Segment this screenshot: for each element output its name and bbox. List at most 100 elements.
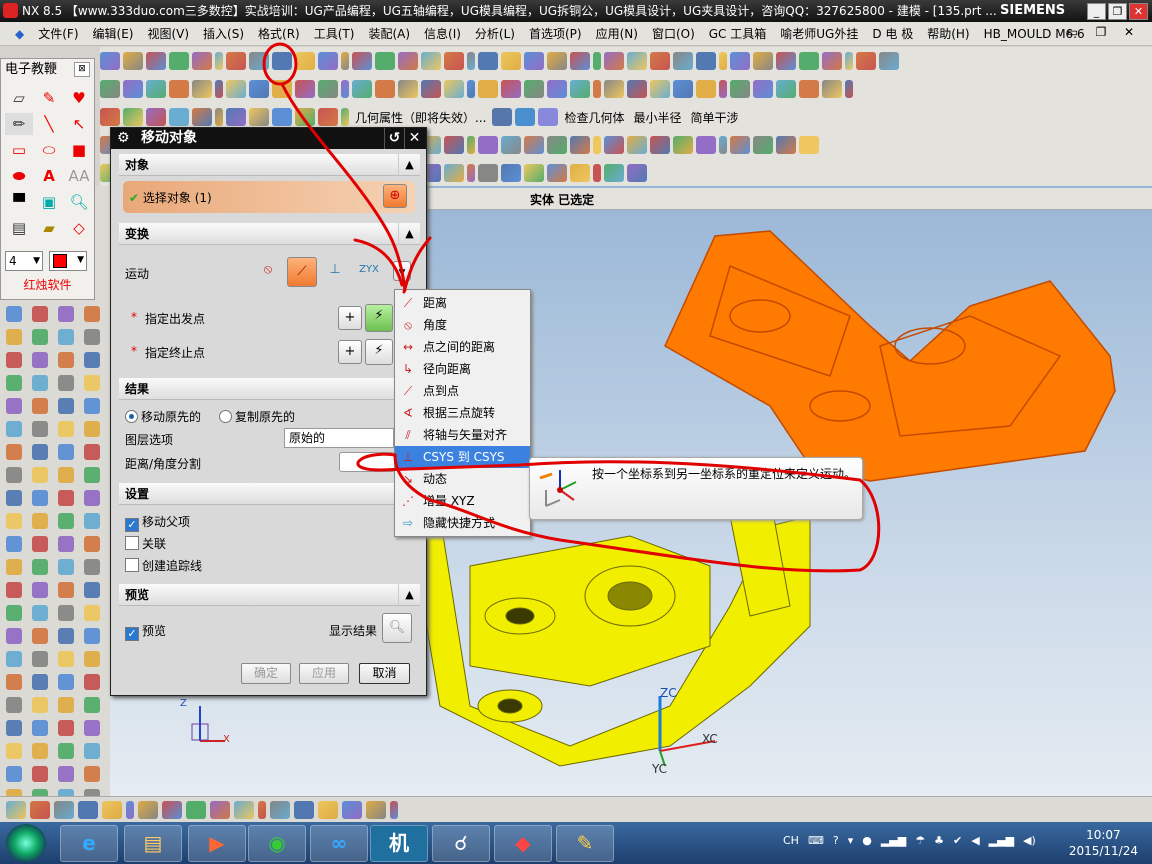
toolbar-icon[interactable] (6, 582, 22, 598)
filled-rectangle-icon[interactable]: ■ (65, 139, 93, 161)
toolbar-icon[interactable] (467, 52, 475, 70)
toolbar-icon[interactable] (627, 136, 647, 154)
text-icon[interactable]: A (35, 165, 63, 187)
toolbar-icon[interactable] (799, 52, 819, 70)
toolbar-icon[interactable] (398, 52, 418, 70)
toolbar-icon[interactable] (524, 136, 544, 154)
toolbar-icon[interactable] (673, 136, 693, 154)
toolbar-icon[interactable] (295, 80, 315, 98)
toolbar-icon[interactable] (146, 108, 166, 126)
toolbar-icon[interactable] (215, 80, 223, 98)
toolbar-icon[interactable] (84, 421, 100, 437)
toolbar-icon[interactable] (32, 628, 48, 644)
toolbar-icon[interactable] (58, 467, 74, 483)
toolbar-icon[interactable] (210, 800, 230, 819)
motion-menu-item[interactable]: ⫽ 将轴与矢量对齐 (395, 424, 530, 446)
toolbar-icon[interactable] (169, 52, 189, 70)
toolbar-icon[interactable] (6, 651, 22, 667)
menu-item[interactable]: 帮助(H) (920, 25, 976, 42)
clear-icon[interactable]: ♥ (65, 87, 93, 109)
toolbar-icon[interactable] (32, 375, 48, 391)
toolbar-icon[interactable] (776, 80, 796, 98)
toolbar-icon[interactable] (169, 80, 189, 98)
toolbar-icon[interactable] (58, 421, 74, 437)
associative-checkbox[interactable]: 关联 (125, 535, 166, 552)
maximize-button[interactable]: ❐ (1108, 3, 1127, 20)
toolbar-icon[interactable] (58, 559, 74, 575)
umbrella-icon[interactable]: ☂ (915, 834, 925, 847)
toolbar-icon[interactable] (318, 800, 338, 819)
toolbar-icon[interactable] (341, 80, 349, 98)
toolbar-icon[interactable] (696, 80, 716, 98)
screen-blank-icon[interactable]: ▀ (5, 191, 33, 213)
select-object-row[interactable]: ✔ 选择对象 (1) (123, 181, 415, 213)
toolbar-icon[interactable] (226, 108, 246, 126)
toolbar-icon[interactable] (753, 136, 773, 154)
taskbar-app-ji[interactable]: 机 (370, 825, 428, 862)
toolbar-icon[interactable] (492, 108, 513, 126)
toolbar-icon[interactable] (84, 513, 100, 529)
toolbar-icon[interactable] (6, 329, 22, 345)
menu-item[interactable]: 分析(L) (468, 25, 522, 42)
inferred-point-button[interactable]: ⚡ (365, 304, 393, 332)
menu-item[interactable]: 信息(I) (417, 25, 468, 42)
qq-icon[interactable]: ♣ (934, 834, 944, 847)
toolbar-icon[interactable] (32, 582, 48, 598)
toolbar-icon[interactable] (100, 80, 120, 98)
point-dialog-button[interactable]: + (338, 340, 362, 364)
start-button[interactable] (6, 824, 46, 862)
dropper-icon[interactable]: ✎ (35, 87, 63, 109)
create-trace-checkbox[interactable]: 创建追踪线 (125, 557, 202, 574)
toolbar-icon[interactable] (32, 444, 48, 460)
toolbar-icon[interactable] (593, 136, 601, 154)
clock[interactable]: 10:07 2015/11/24 (1069, 827, 1138, 859)
toolbar-icon[interactable] (856, 52, 876, 70)
toolbar-icon[interactable] (6, 398, 22, 414)
toolbar-icon[interactable] (515, 108, 536, 126)
dialog-close-button[interactable]: ✕ (404, 128, 424, 149)
toolbar-icon[interactable] (54, 800, 74, 819)
toolbar-icon[interactable] (6, 306, 22, 322)
taskbar-media-icon[interactable]: ▶ (188, 825, 246, 862)
line-icon[interactable]: ╲ (35, 113, 63, 135)
toolbar-icon[interactable] (342, 800, 362, 819)
save-icon[interactable]: ▤ (5, 217, 33, 239)
toolbar-icon[interactable] (719, 80, 727, 98)
toolbar-icon[interactable] (524, 80, 544, 98)
motion-menu-item[interactable]: ⟋ 距离 (395, 292, 530, 314)
check-geometry-button[interactable]: 检查几何体 (561, 109, 627, 126)
reset-icon[interactable]: ↺ (384, 128, 404, 149)
motion-menu-item[interactable]: ⋰ 增量 XYZ (395, 490, 530, 512)
toolbar-icon[interactable] (84, 697, 100, 713)
toolbar-icon[interactable] (421, 80, 441, 98)
toolbar-icon[interactable] (6, 674, 22, 690)
zoom-icon[interactable]: 🔍︎ (65, 191, 93, 213)
toolbar-icon[interactable] (627, 164, 647, 182)
toolbar-icon[interactable] (547, 52, 567, 70)
toolbar-icon[interactable] (822, 80, 842, 98)
toolbar-icon[interactable] (84, 766, 100, 782)
toolbar-icon[interactable] (58, 697, 74, 713)
toolbar-icon[interactable] (753, 52, 773, 70)
toolbar-icon[interactable] (84, 605, 100, 621)
toolbar-icon[interactable] (501, 80, 521, 98)
taskbar-paint-icon[interactable]: ✎ (556, 825, 614, 862)
doc-restore-button[interactable]: ❐ (1089, 25, 1114, 39)
toolbar-icon[interactable] (84, 674, 100, 690)
toolbar-icon[interactable] (100, 108, 120, 126)
angle-motion-icon[interactable]: ⦸ (256, 259, 280, 283)
toolbar-icon[interactable] (58, 766, 74, 782)
toolbar-icon[interactable] (352, 52, 372, 70)
section-preview[interactable]: 预览 ▲ (119, 584, 420, 606)
menu-item[interactable]: 格式(R) (251, 25, 307, 42)
preview-checkbox[interactable]: ✓ 预览 (125, 622, 166, 641)
toolbar-icon[interactable] (753, 80, 773, 98)
taskbar-browser-icon[interactable]: ◉ (248, 825, 306, 862)
toolbar-icon[interactable] (234, 800, 254, 819)
toolbar-icon[interactable] (478, 164, 498, 182)
toolbar-icon[interactable] (272, 80, 292, 98)
toolbar-icon[interactable] (58, 513, 74, 529)
rectangle-icon[interactable]: ▭ (5, 139, 33, 161)
close-button[interactable]: ✕ (1129, 3, 1148, 20)
dynamic-xyz-icon[interactable]: ZYX (357, 259, 381, 283)
